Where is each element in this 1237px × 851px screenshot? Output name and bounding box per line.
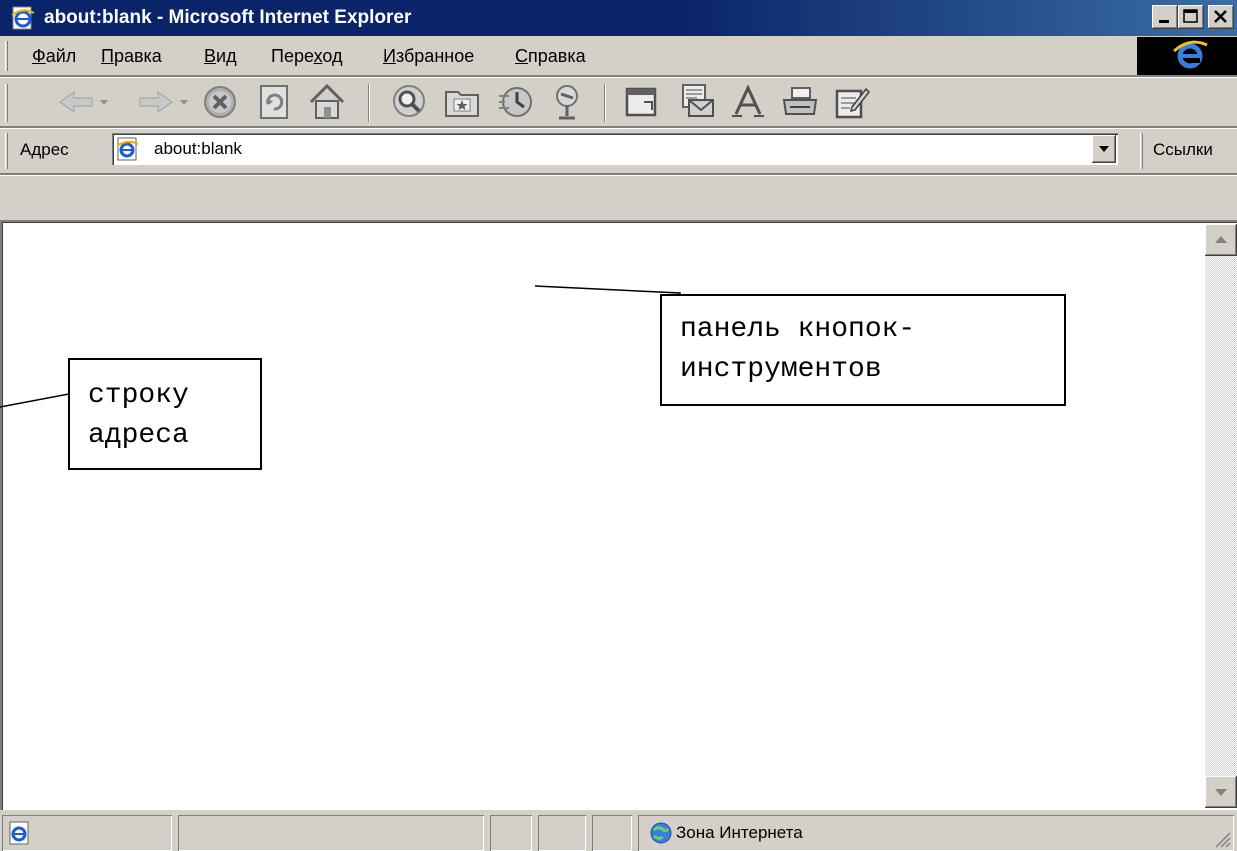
- status-pane-progress: [490, 815, 532, 851]
- status-pane-main: [2, 815, 172, 851]
- status-pane-zone[interactable]: Зона Интернета: [638, 815, 1234, 851]
- address-callout: строку адреса: [68, 358, 262, 470]
- status-pane-security: [592, 815, 632, 851]
- address-callout-line-2: адреса: [88, 420, 189, 451]
- status-pane-offline: [538, 815, 586, 851]
- address-callout-line-1: строку: [88, 380, 189, 411]
- toolbar-pointer-line: [534, 285, 681, 296]
- status-bar: Зона Интернета: [0, 810, 1237, 851]
- security-zone-label: Зона Интернета: [676, 823, 803, 842]
- toolbar-callout-line-1: панель кнопок-: [680, 314, 916, 345]
- toolbar-callout-line-2: инструментов: [680, 354, 882, 385]
- globe-icon: [650, 822, 672, 844]
- toolbar-callout: панель кнопок- инструментов: [660, 294, 1066, 406]
- address-pointer-line: [0, 392, 75, 408]
- browser-window: about:blank - Microsoft Internet Explore…: [0, 0, 1237, 851]
- status-pane-text: [178, 815, 484, 851]
- resize-grip-icon[interactable]: [1212, 829, 1232, 849]
- ie-page-icon: [9, 821, 29, 845]
